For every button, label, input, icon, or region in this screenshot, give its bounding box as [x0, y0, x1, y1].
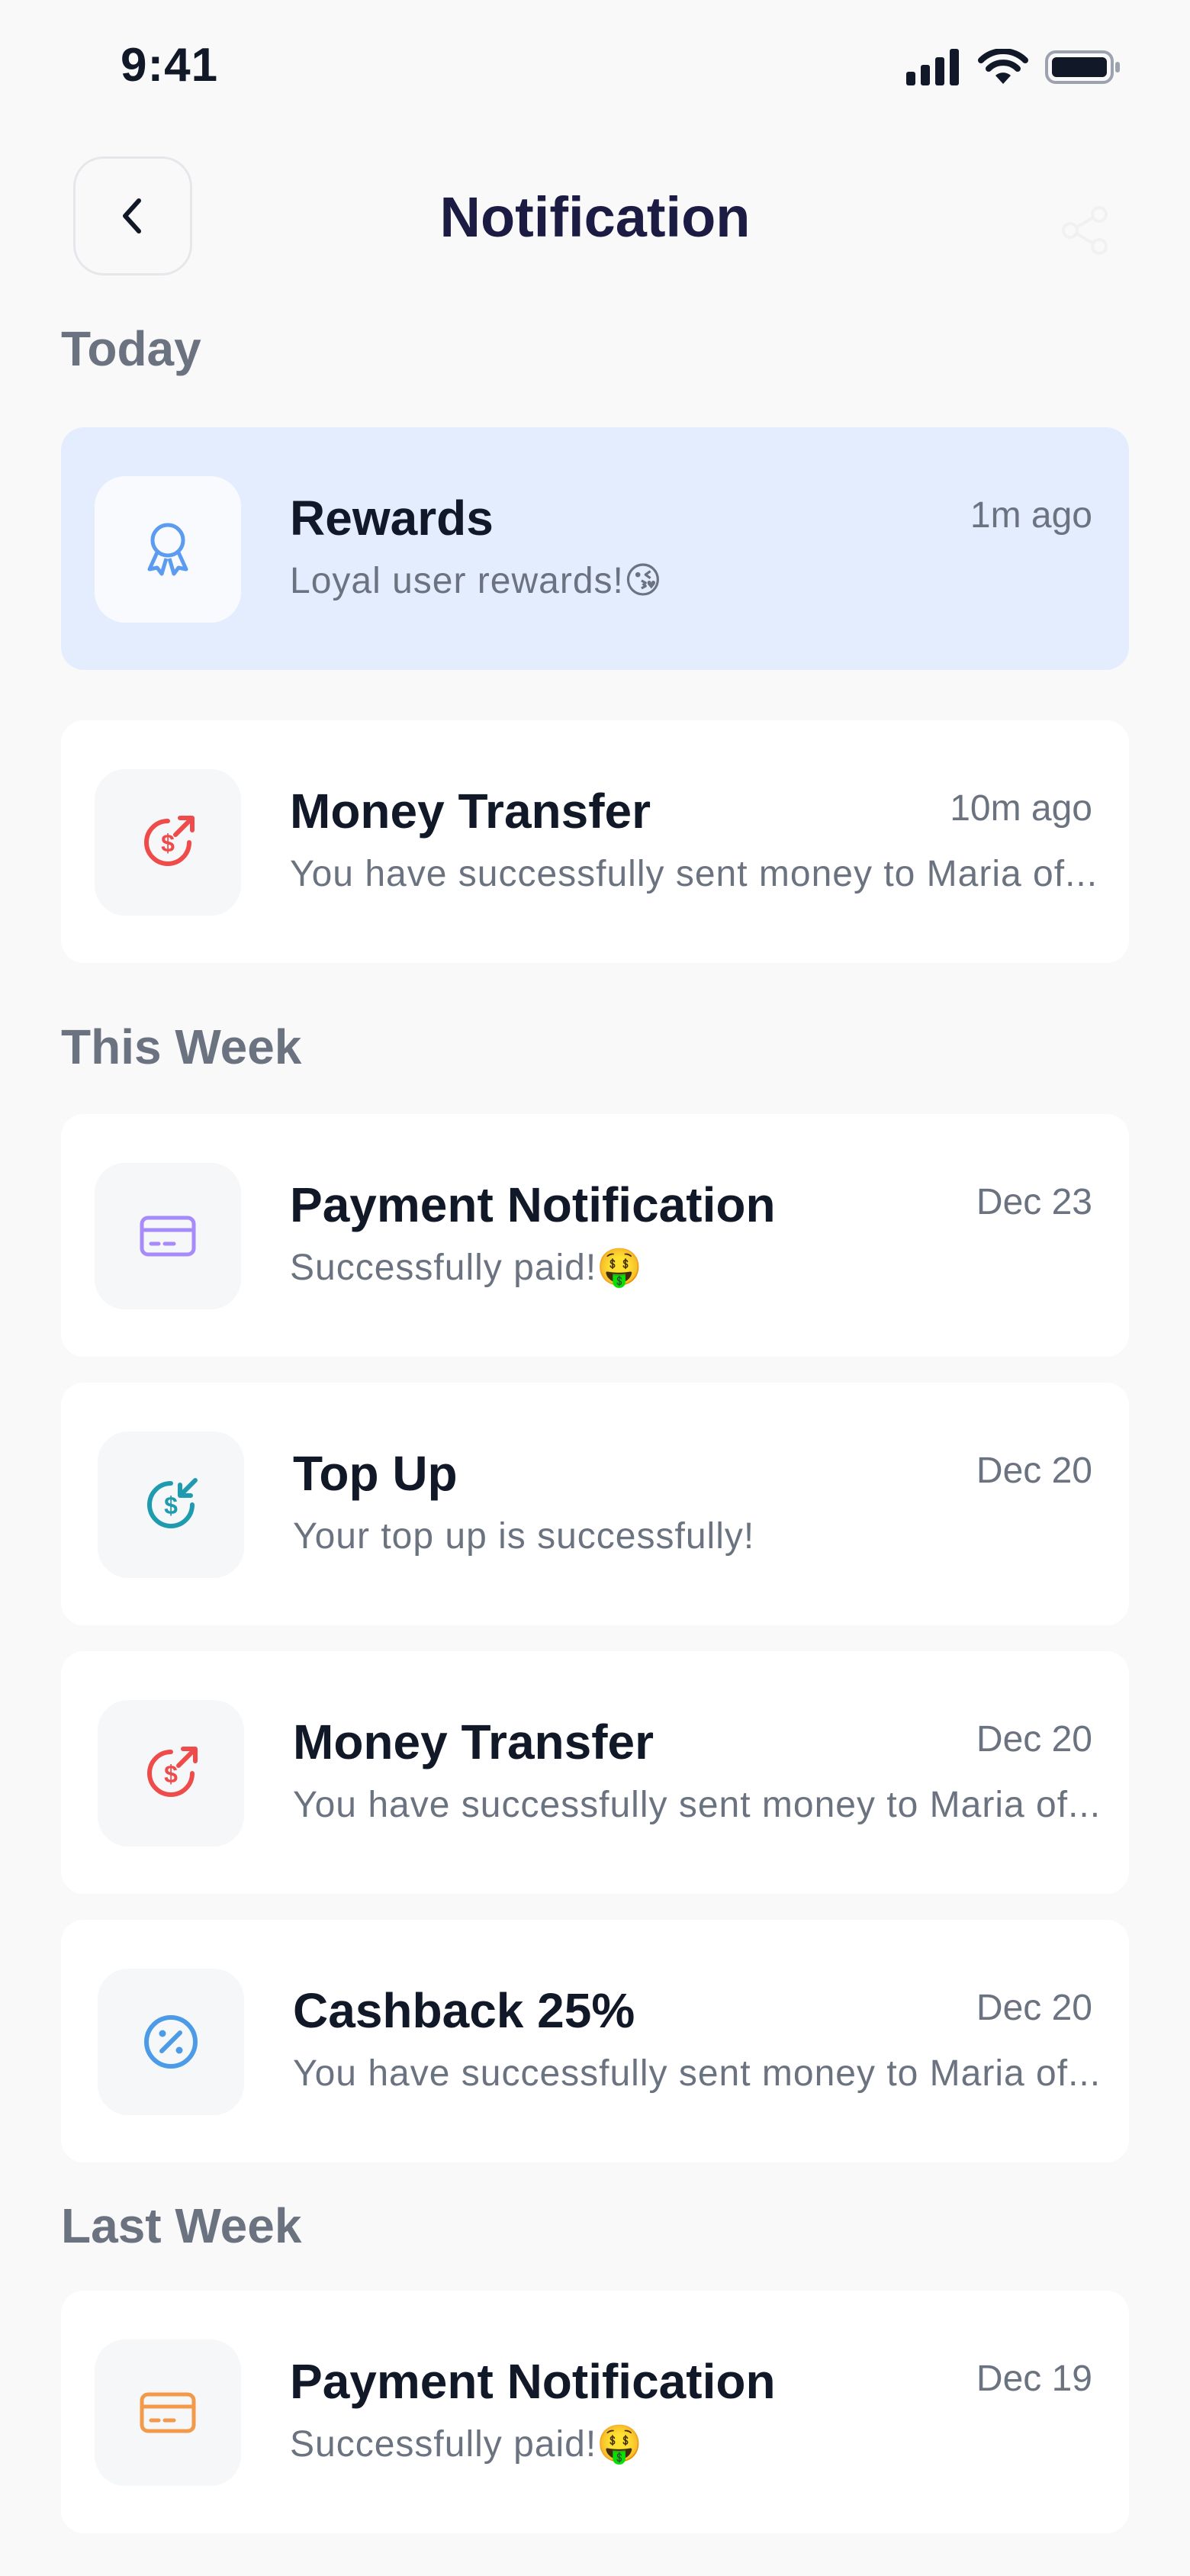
status-time: 9:41 — [121, 39, 219, 92]
dollar-send-icon: $ — [144, 816, 195, 866]
notification-title: Payment Notification — [290, 1177, 776, 1232]
notification-title: Top Up — [293, 1446, 458, 1501]
notification-card[interactable]: $ Top Up Dec 20 Your top up is successfu… — [61, 1383, 1129, 1625]
notification-title: Money Transfer — [293, 1715, 654, 1769]
notification-message: Successfully paid!🤑 — [290, 2424, 643, 2465]
notification-title: Money Transfer — [290, 784, 651, 839]
notification-card[interactable]: Cashback 25% Dec 20 You have successfull… — [61, 1920, 1129, 2162]
notification-card[interactable]: Payment Notification Dec 19 Successfully… — [61, 2291, 1129, 2533]
share-icon — [1062, 206, 1108, 255]
percent-icon — [144, 2015, 198, 2069]
notification-icon-box: $ — [98, 1431, 244, 1578]
notification-time: 10m ago — [950, 788, 1092, 829]
dollar-receive-icon: $ — [147, 1478, 198, 1528]
share-button[interactable] — [1053, 198, 1117, 262]
notification-time: Dec 20 — [976, 1719, 1092, 1760]
section-title-this-week: This Week — [61, 1019, 302, 1074]
notification-title: Payment Notification — [290, 2354, 776, 2409]
notification-message: You have successfully sent money to Mari… — [293, 1785, 1102, 1825]
notification-message: You have successfully sent money to Mari… — [290, 854, 1098, 894]
dollar-send-icon: $ — [147, 1747, 198, 1797]
section-title-today: Today — [61, 321, 201, 376]
notification-icon-box — [95, 1163, 241, 1309]
wifi-icon — [978, 49, 1028, 84]
notification-card[interactable]: Payment Notification Dec 23 Successfully… — [61, 1114, 1129, 1357]
section-title-last-week: Last Week — [61, 2198, 302, 2253]
page-title: Notification — [439, 185, 751, 249]
notification-icon-box — [98, 1969, 244, 2115]
status-icons — [906, 49, 1121, 85]
svg-text:$: $ — [164, 1760, 178, 1788]
notification-time: Dec 23 — [976, 1182, 1092, 1222]
notification-icon-box: $ — [98, 1700, 244, 1847]
notification-time: Dec 19 — [976, 2359, 1092, 2399]
notification-card[interactable]: $ Money Transfer 10m ago You have succes… — [61, 720, 1129, 963]
notification-icon-box — [95, 2339, 241, 2486]
svg-text:$: $ — [164, 1492, 178, 1519]
notification-card[interactable]: Rewards 1m ago Loyal user rewards!😘 — [61, 427, 1129, 670]
signal-icon — [906, 49, 959, 85]
notification-message: You have successfully sent money to Mari… — [293, 2053, 1102, 2094]
notification-icon-box — [95, 476, 241, 623]
notification-message: Your top up is successfully! — [293, 1516, 755, 1557]
status-bar: 9:41 — [0, 0, 1190, 137]
credit-card-icon — [140, 1216, 196, 1257]
notification-message: Successfully paid!🤑 — [290, 1248, 643, 1288]
notification-icon-box: $ — [95, 769, 241, 916]
notification-time: Dec 20 — [976, 1451, 1092, 1491]
notification-title: Cashback 25% — [293, 1983, 635, 2038]
header: Notification — [0, 153, 1190, 282]
award-ribbon-icon — [147, 523, 188, 576]
notification-card[interactable]: $ Money Transfer Dec 20 You have success… — [61, 1651, 1129, 1894]
credit-card-icon — [140, 2392, 196, 2433]
battery-icon — [1045, 50, 1120, 84]
svg-text:$: $ — [161, 829, 175, 857]
notification-message: Loyal user rewards!😘 — [290, 561, 663, 601]
notification-title: Rewards — [290, 491, 494, 546]
notification-time: 1m ago — [970, 495, 1092, 536]
notification-time: Dec 20 — [976, 1988, 1092, 2028]
